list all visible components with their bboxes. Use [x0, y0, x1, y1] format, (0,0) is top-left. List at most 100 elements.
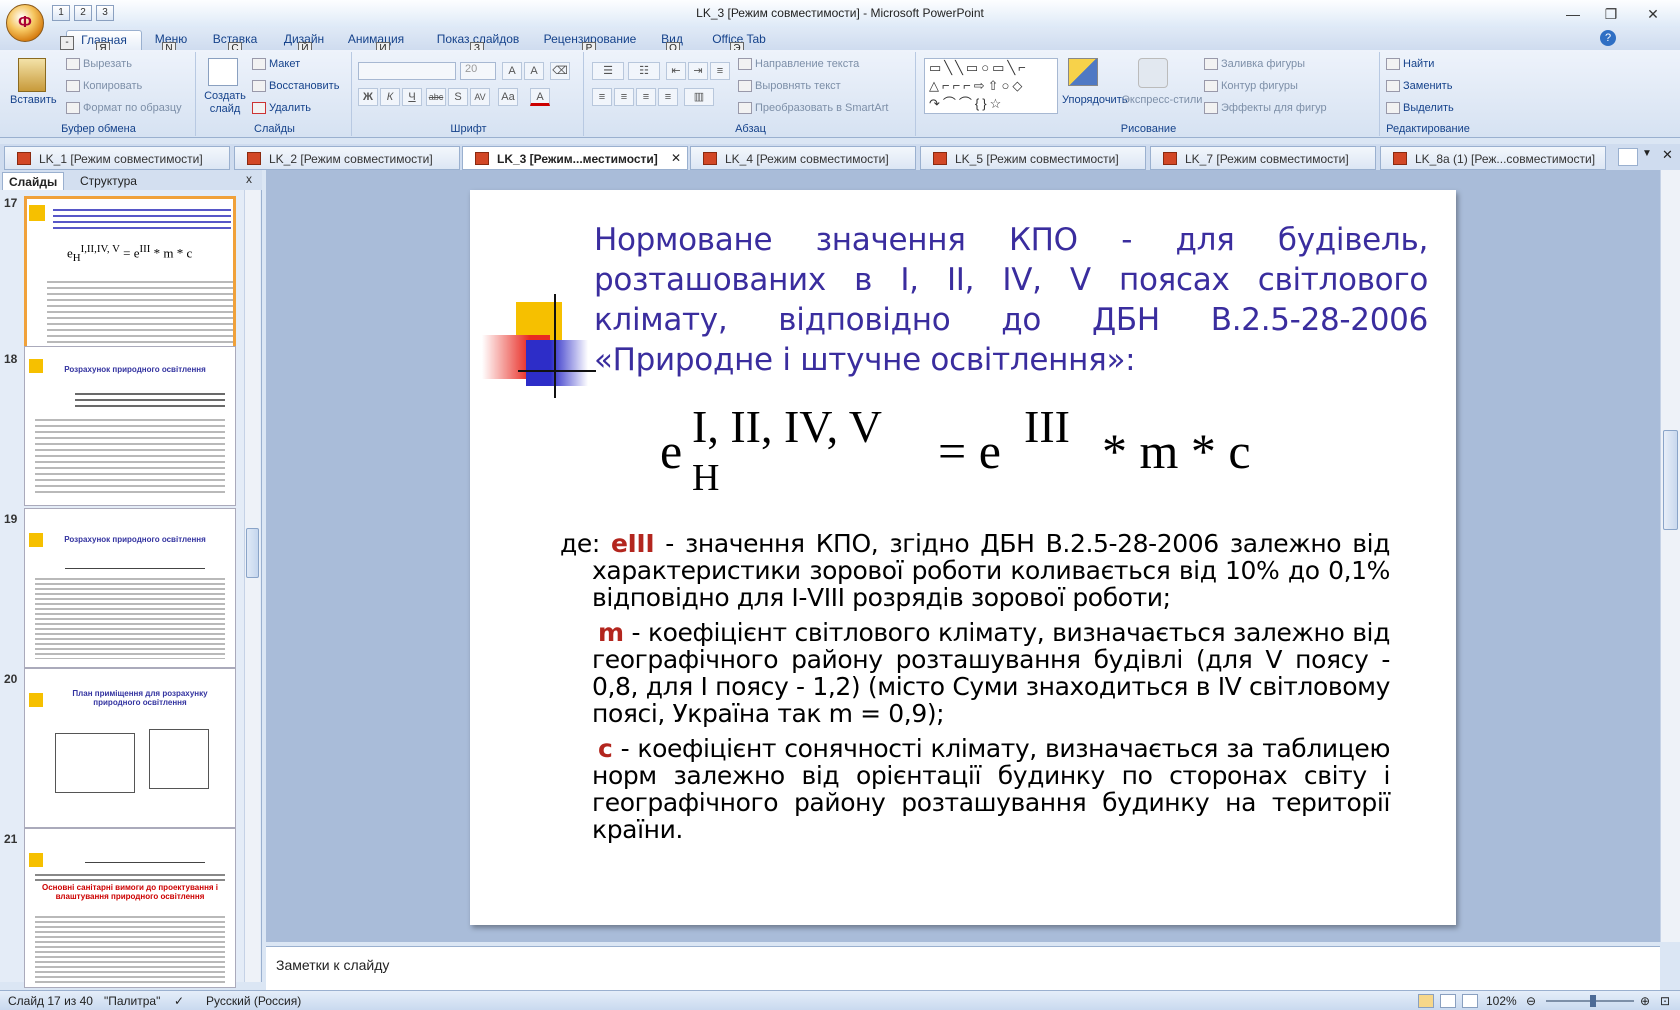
- pptx-icon: [1393, 152, 1407, 165]
- office-button[interactable]: Ф: [6, 4, 44, 42]
- align-left-button[interactable]: ≡: [592, 88, 612, 106]
- tab-outline[interactable]: Структура: [74, 172, 143, 190]
- zoom-in-icon[interactable]: ⊕: [1640, 994, 1650, 1008]
- columns-button[interactable]: ▥: [684, 88, 714, 106]
- restore-button[interactable]: ❐: [1598, 4, 1624, 24]
- thumb-plan-drawing: [55, 733, 135, 793]
- doc-tab-lk2[interactable]: LK_2 [Режим совместимости]: [234, 146, 460, 170]
- font-size-box[interactable]: 20: [460, 62, 496, 80]
- help-icon[interactable]: ?: [1600, 30, 1616, 46]
- fit-slide-icon[interactable]: ⊡: [1660, 994, 1670, 1008]
- delete-slide-button[interactable]: Удалить: [252, 102, 311, 115]
- smartart-button[interactable]: Преобразовать в SmartArt: [738, 102, 888, 115]
- increase-indent-button[interactable]: ⇥: [688, 62, 708, 80]
- zoom-slider-thumb[interactable]: [1590, 995, 1596, 1007]
- slide-thumbnail-17[interactable]: eНI,II,IV, V = eIII * m * c: [24, 196, 236, 356]
- close-tab-icon[interactable]: ✕: [671, 151, 681, 165]
- font-color-button[interactable]: A: [530, 88, 550, 106]
- slide-canvas[interactable]: Нормоване значення КПО - для будівель, р…: [470, 190, 1456, 925]
- tab-slides[interactable]: Слайды: [2, 172, 65, 190]
- shapes-gallery[interactable]: ▭╲╲▭○▭╲⌐ △⌐⌐⌐⇨⇧○◇ ↷⌒⌒{}☆: [924, 58, 1058, 114]
- doc-tab-lk5[interactable]: LK_5 [Режим совместимости]: [920, 146, 1146, 170]
- slide-body-text[interactable]: де: eIII - значення КПО, згідно ДБН В.2.…: [560, 530, 1390, 843]
- slides-pane-scrollbar[interactable]: [244, 190, 260, 982]
- replace-button[interactable]: Заменить: [1386, 80, 1452, 93]
- doc-tab-lk3[interactable]: LK_3 [Режим...местимости] ✕: [462, 146, 688, 170]
- formula-subscript: Н: [692, 457, 720, 499]
- doc-tab-label: LK_5 [Режим совместимости]: [955, 152, 1119, 166]
- align-center-button[interactable]: ≡: [614, 88, 634, 106]
- editor-scrollbar[interactable]: [1660, 170, 1680, 942]
- copy-button[interactable]: Копировать: [66, 80, 142, 93]
- align-text-label: Выровнять текст: [755, 80, 841, 92]
- clear-format-button[interactable]: ⌫: [550, 62, 570, 80]
- numbering-button[interactable]: ☷: [628, 62, 660, 80]
- line-spacing-button[interactable]: ≡: [710, 62, 730, 80]
- editor-scroll-thumb[interactable]: [1663, 430, 1678, 530]
- slides-pane-scroll-thumb[interactable]: [246, 528, 259, 578]
- qat-save-button[interactable]: 1: [52, 5, 70, 21]
- align-right-button[interactable]: ≡: [636, 88, 656, 106]
- scissors-icon: [66, 58, 80, 71]
- doc-tab-lk4[interactable]: LK_4 [Режим совместимости]: [690, 146, 916, 170]
- spacing-button[interactable]: AV: [470, 88, 490, 106]
- qat-undo-button[interactable]: 2: [74, 5, 92, 21]
- italic-button[interactable]: К: [380, 88, 400, 106]
- shape-effects-button[interactable]: Эффекты для фигур: [1204, 102, 1327, 115]
- slide-title[interactable]: Нормоване значення КПО - для будівель, р…: [594, 220, 1428, 380]
- align-text-button[interactable]: Выровнять текст: [738, 80, 841, 93]
- new-slide-button[interactable]: Создать слайд: [202, 90, 248, 116]
- doc-tab-lk8a[interactable]: LK_8a (1) [Реж...совместимости]: [1380, 146, 1606, 170]
- tab-menu-icon[interactable]: ▼: [1642, 148, 1652, 159]
- justify-button[interactable]: ≡: [658, 88, 678, 106]
- reset-button[interactable]: Восстановить: [252, 80, 339, 93]
- arrange-button[interactable]: Упорядочить: [1062, 94, 1127, 106]
- slide-formula[interactable]: e Н I, II, IV, V = e III * m * c: [660, 400, 1280, 510]
- paste-button[interactable]: Вставить: [10, 94, 57, 106]
- close-button[interactable]: ✕: [1640, 4, 1666, 24]
- thumb-body-lines: [35, 913, 225, 983]
- doc-tab-lk1[interactable]: LK_1 [Режим совместимости]: [4, 146, 230, 170]
- new-tab-icon[interactable]: [1618, 148, 1638, 166]
- notes-pane[interactable]: Заметки к слайду: [266, 946, 1660, 990]
- case-button[interactable]: Aa: [498, 88, 518, 106]
- doc-tab-lk7[interactable]: LK_7 [Режим совместимости]: [1150, 146, 1376, 170]
- thumb-body-lines: [47, 277, 233, 349]
- arrange-icon: [1068, 58, 1098, 86]
- select-button[interactable]: Выделить: [1386, 102, 1454, 115]
- bold-button[interactable]: Ж: [358, 88, 378, 106]
- grow-font-button[interactable]: A: [502, 62, 522, 80]
- sorter-view-icon[interactable]: [1440, 994, 1456, 1008]
- format-painter-button[interactable]: Формат по образцу: [66, 102, 182, 115]
- decrease-indent-button[interactable]: ⇤: [666, 62, 686, 80]
- slide-thumbnail-20[interactable]: План приміщення для розрахунку природног…: [24, 668, 236, 828]
- underline-button[interactable]: Ч: [402, 88, 422, 106]
- quick-styles-button[interactable]: Экспресс-стили: [1122, 94, 1202, 106]
- qat-redo-button[interactable]: 3: [96, 5, 114, 21]
- cut-button[interactable]: Вырезать: [66, 58, 132, 71]
- slideshow-view-icon[interactable]: [1462, 994, 1478, 1008]
- minimize-button[interactable]: —: [1560, 4, 1586, 24]
- zoom-level[interactable]: 102%: [1486, 994, 1517, 1008]
- select-label: Выделить: [1403, 102, 1454, 114]
- shape-fill-button[interactable]: Заливка фигуры: [1204, 58, 1305, 71]
- font-name-box[interactable]: [358, 62, 456, 80]
- shadow-button[interactable]: S: [448, 88, 468, 106]
- bullets-button[interactable]: ☰: [592, 62, 624, 80]
- find-button[interactable]: Найти: [1386, 58, 1434, 71]
- layout-button[interactable]: Макет: [252, 58, 300, 71]
- text-direction-button[interactable]: Направление текста: [738, 58, 859, 71]
- close-all-icon[interactable]: ✕: [1662, 147, 1673, 163]
- spellcheck-icon[interactable]: ✓: [174, 994, 184, 1008]
- reset-icon: [252, 80, 266, 93]
- zoom-out-icon[interactable]: ⊖: [1526, 994, 1536, 1008]
- language[interactable]: Русский (Россия): [206, 994, 301, 1008]
- shape-outline-button[interactable]: Контур фигуры: [1204, 80, 1298, 93]
- slide-thumbnail-19[interactable]: Розрахунок природного освітлення: [24, 508, 236, 668]
- slide-thumbnail-21[interactable]: Основні санітарні вимоги до проектування…: [24, 828, 236, 988]
- shrink-font-button[interactable]: A: [524, 62, 544, 80]
- slide-thumbnail-18[interactable]: Розрахунок природного освітлення: [24, 346, 236, 506]
- strike-button[interactable]: abc: [426, 88, 446, 106]
- close-pane-icon[interactable]: x: [246, 172, 252, 186]
- normal-view-icon[interactable]: [1418, 994, 1434, 1008]
